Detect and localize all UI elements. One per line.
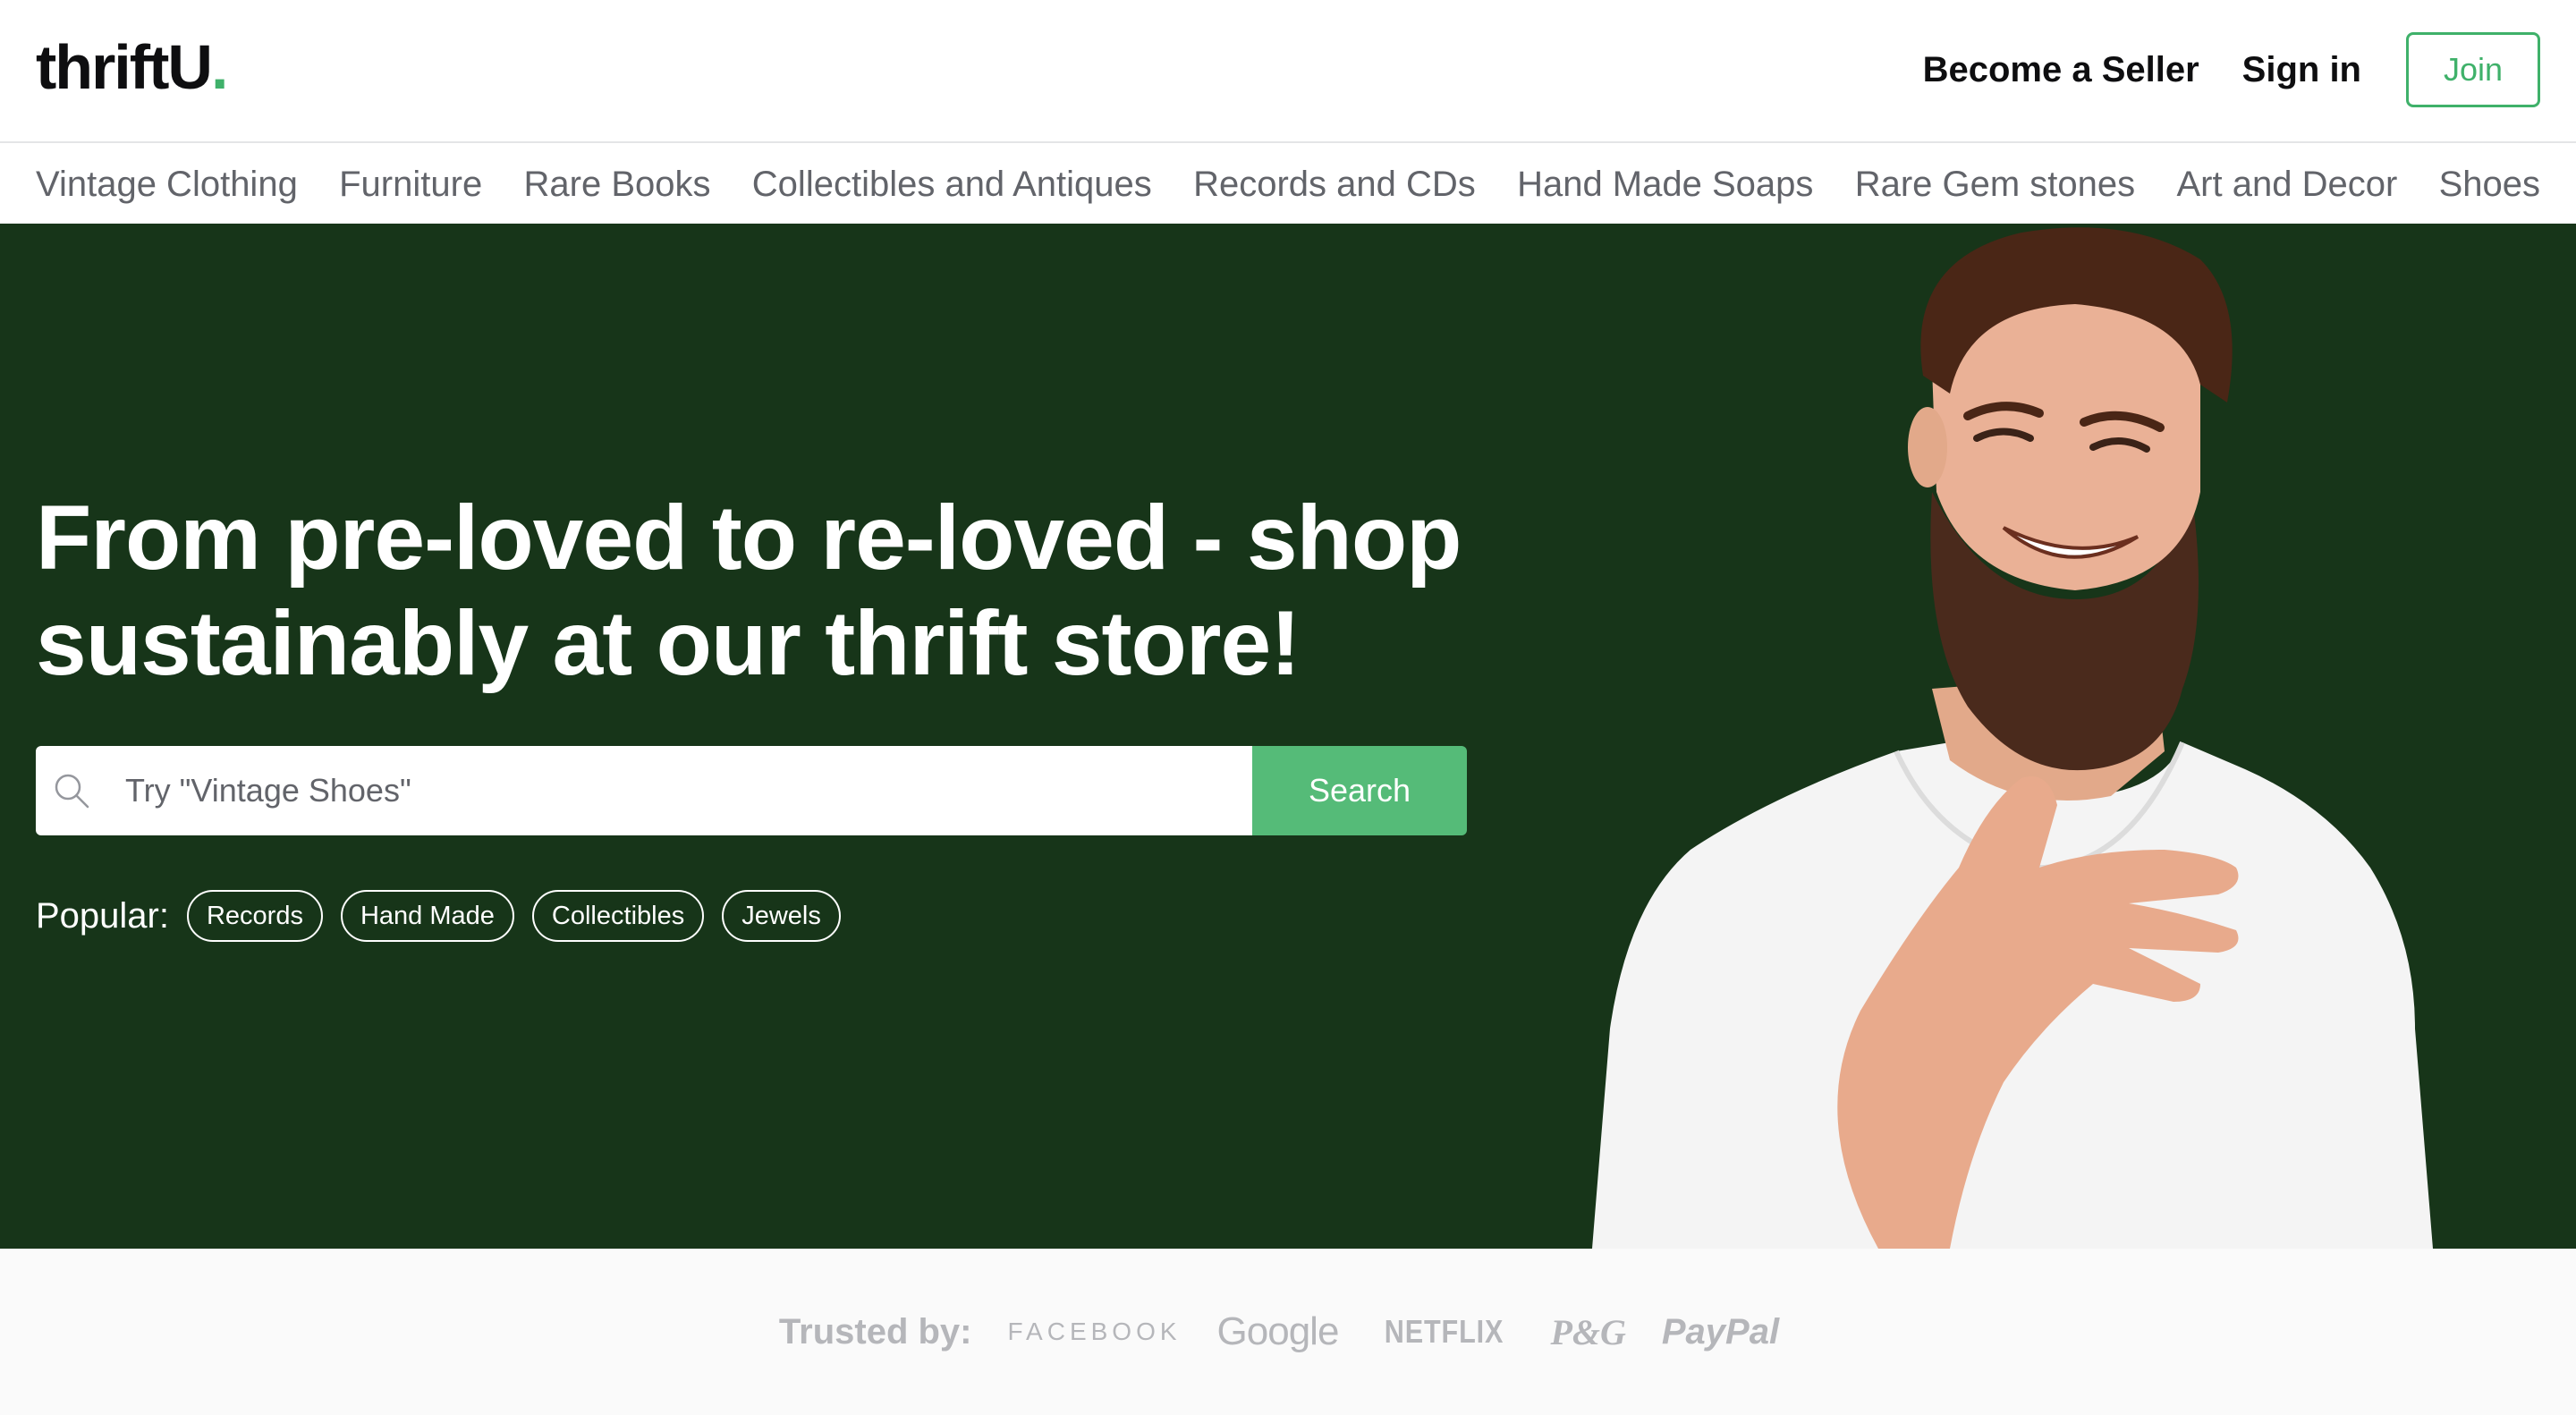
- category-records-cds[interactable]: Records and CDs: [1193, 165, 1476, 205]
- search-input[interactable]: [125, 746, 1234, 835]
- category-vintage-clothing[interactable]: Vintage Clothing: [36, 165, 298, 205]
- google-logo: Google: [1216, 1309, 1340, 1353]
- hero-image: [1592, 227, 2433, 1249]
- category-furniture[interactable]: Furniture: [339, 165, 482, 205]
- category-rare-gem-stones[interactable]: Rare Gem stones: [1855, 165, 2135, 205]
- header-actions: Become a Seller Sign in Join: [1923, 32, 2540, 107]
- hero-title-line2: sustainably at our thrift store!: [36, 592, 1301, 694]
- popular-tag-jewels[interactable]: Jewels: [722, 890, 841, 942]
- paypal-logo: PayPal: [1661, 1311, 1780, 1351]
- trusted-by-row: Trusted by: FACEBOOK Google NETFLIX P&G …: [779, 1309, 1779, 1354]
- search-bar: Search: [36, 746, 1467, 835]
- category-art-decor[interactable]: Art and Decor: [2176, 165, 2397, 205]
- search-button[interactable]: Search: [1252, 746, 1467, 835]
- logo-text: thriftU: [36, 32, 213, 102]
- popular-tag-collectibles[interactable]: Collectibles: [531, 890, 705, 942]
- search-field: [36, 746, 1252, 835]
- hero-section: From pre-loved to re-loved - shop sustai…: [0, 224, 2576, 1249]
- site-header: thriftU. Become a Seller Sign in Join: [0, 0, 2576, 143]
- hero-title: From pre-loved to re-loved - shop sustai…: [36, 485, 1467, 696]
- join-button[interactable]: Join: [2406, 32, 2540, 107]
- sign-in-link[interactable]: Sign in: [2242, 50, 2361, 90]
- logo[interactable]: thriftU.: [36, 27, 229, 107]
- pg-logo: P&G: [1550, 1311, 1626, 1352]
- trusted-by-section: Trusted by: FACEBOOK Google NETFLIX P&G …: [0, 1249, 2576, 1415]
- become-seller-link[interactable]: Become a Seller: [1923, 50, 2199, 90]
- trusted-by-label: Trusted by:: [778, 1311, 972, 1351]
- category-rare-books[interactable]: Rare Books: [524, 165, 711, 205]
- popular-tag-hand-made[interactable]: Hand Made: [340, 890, 514, 942]
- category-nav: Vintage Clothing Furniture Rare Books Co…: [0, 145, 2576, 224]
- category-collectibles-antiques[interactable]: Collectibles and Antiques: [752, 165, 1152, 205]
- facebook-logo: FACEBOOK: [1007, 1318, 1182, 1345]
- logo-dot: .: [210, 32, 229, 102]
- popular-tag-records[interactable]: Records: [186, 890, 323, 942]
- hero-title-line1: From pre-loved to re-loved - shop: [36, 487, 1462, 589]
- category-shoes[interactable]: Shoes: [2439, 165, 2540, 205]
- netflix-logo: NETFLIX: [1385, 1313, 1504, 1350]
- category-hand-made-soaps[interactable]: Hand Made Soaps: [1517, 165, 1813, 205]
- popular-searches: Popular: Records Hand Made Collectibles …: [36, 889, 859, 943]
- popular-label: Popular:: [36, 895, 169, 936]
